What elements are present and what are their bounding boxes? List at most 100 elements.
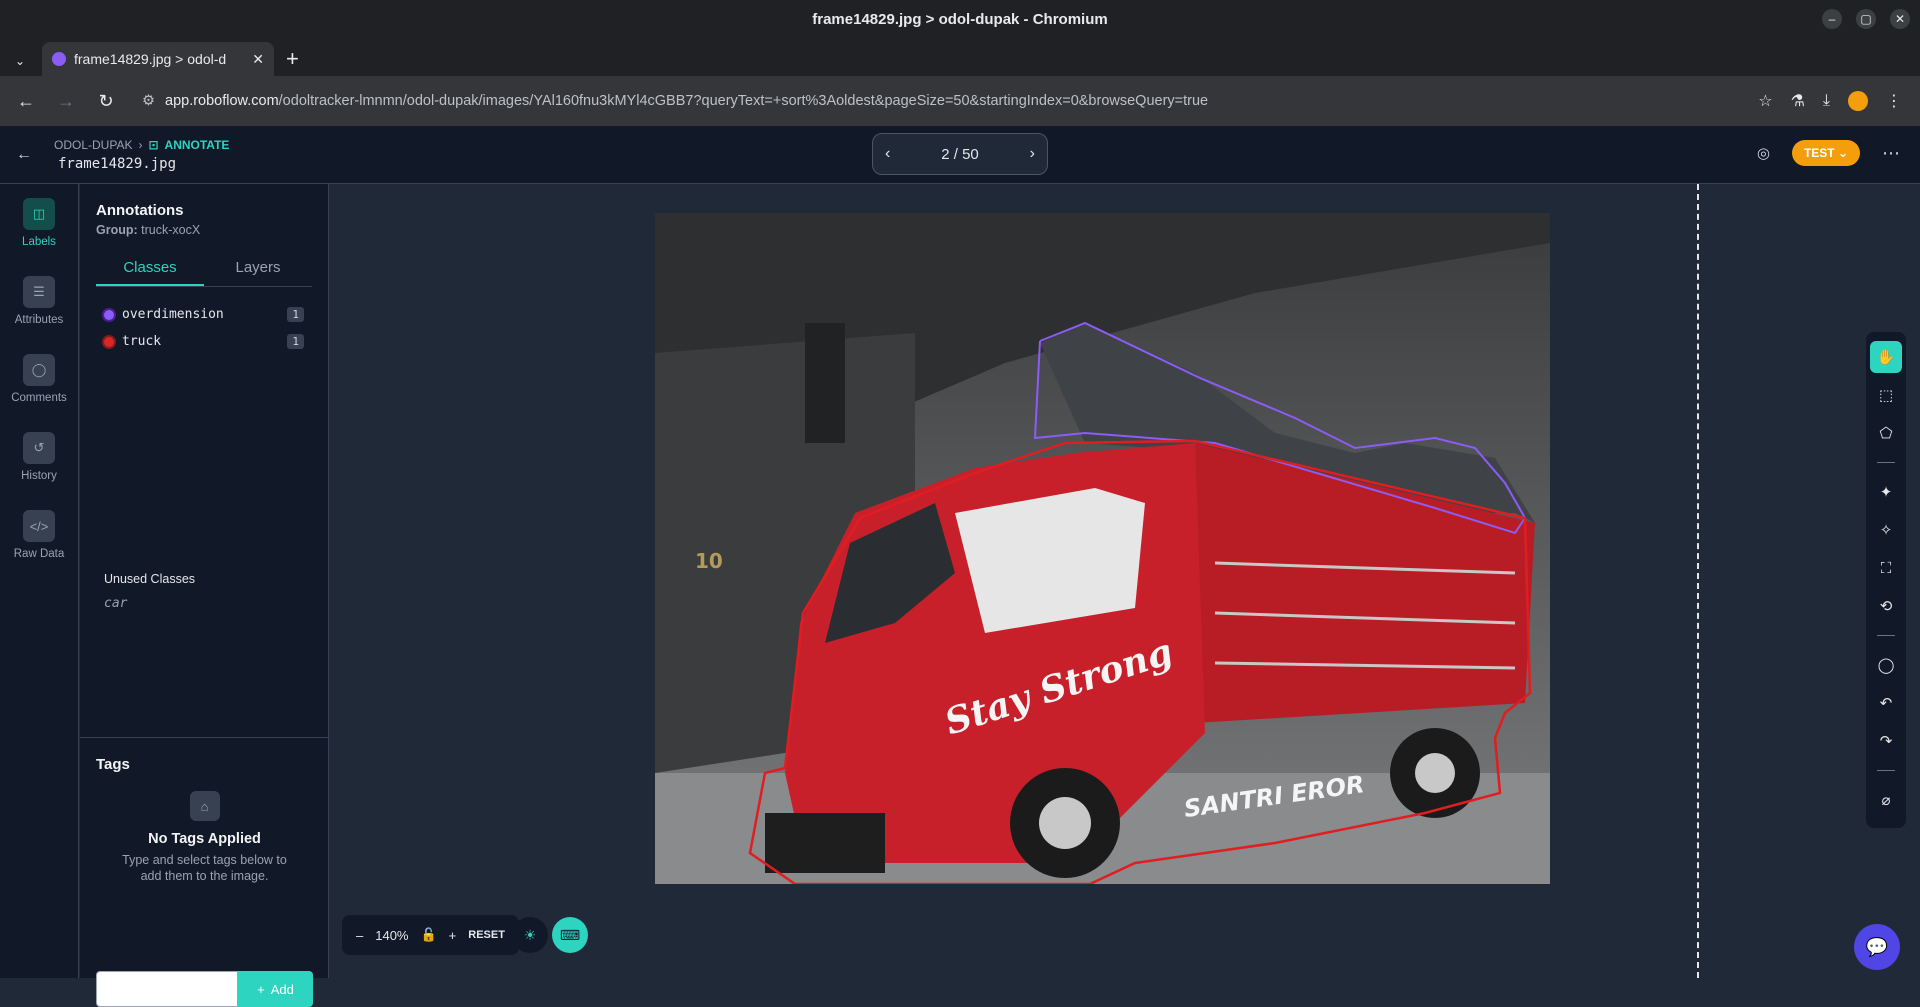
image-pager: ‹ 2 / 50 › xyxy=(872,133,1048,175)
annotated-image[interactable]: 10 Stay Strong SANTRI EROR xyxy=(655,213,1550,884)
more-options-icon[interactable]: ⋯ xyxy=(1882,143,1900,164)
keypoint-icon[interactable]: ⛶ xyxy=(1870,552,1902,584)
class-count: 1 xyxy=(287,334,304,349)
bookmark-star-icon[interactable]: ☆ xyxy=(1758,91,1772,111)
address-bar: ← → ↻ ⚙ app.roboflow.com/odoltracker-lmn… xyxy=(0,76,1920,126)
app-back-icon[interactable]: ← xyxy=(4,146,44,164)
toolbar-divider xyxy=(1877,770,1895,771)
window-controls: – ▢ ✕ xyxy=(1822,9,1910,29)
split-test-button[interactable]: TEST ⌄ xyxy=(1791,140,1860,166)
zoom-reset-button[interactable]: RESET xyxy=(468,929,505,941)
zoom-out-icon[interactable]: – xyxy=(356,928,363,943)
browser-actions: ☆ ⚗ ⤓ ⋮ xyxy=(1758,91,1910,111)
annotate-icon: ⊡ xyxy=(148,137,159,152)
unused-class-car[interactable]: car xyxy=(104,596,328,611)
next-image-icon[interactable]: › xyxy=(1030,145,1035,163)
tab-strip: ⌄ frame14829.jpg > odol-d ✕ + xyxy=(0,38,1920,76)
tab-classes[interactable]: Classes xyxy=(96,251,204,286)
url-field[interactable]: ⚙ app.roboflow.com/odoltracker-lmnmn/odo… xyxy=(130,83,1751,119)
pan-hand-icon[interactable]: ✋ xyxy=(1870,341,1902,373)
back-icon[interactable]: ← xyxy=(10,85,42,117)
tag-empty-icon: ⌂ xyxy=(189,791,220,821)
close-window-icon[interactable]: ✕ xyxy=(1890,9,1910,29)
new-tab-icon[interactable]: + xyxy=(286,46,299,72)
class-item-truck[interactable]: truck 1 xyxy=(104,334,304,349)
tag-icon: ◫ xyxy=(23,198,55,230)
class-item-overdimension[interactable]: overdimension 1 xyxy=(104,307,304,322)
code-icon: </> xyxy=(23,510,55,542)
roboflow-favicon-icon xyxy=(52,52,66,66)
forward-icon[interactable]: → xyxy=(50,85,82,117)
smart-polygon-icon[interactable]: ✦ xyxy=(1870,476,1902,508)
zoom-controls: – 140% 🔓 + RESET xyxy=(342,915,519,955)
tab-title: frame14829.jpg > odol-d xyxy=(74,51,227,67)
rail-item-raw-data[interactable]: </> Raw Data xyxy=(0,496,78,574)
plus-icon: + xyxy=(257,981,265,997)
hide-annotations-icon[interactable]: ◎ xyxy=(1757,144,1770,162)
annotation-tabs: Classes Layers xyxy=(96,251,312,287)
class-count: 1 xyxy=(287,307,304,322)
breadcrumb-section[interactable]: ANNOTATE xyxy=(165,138,230,152)
keyboard-shortcuts-icon[interactable]: ⌨ xyxy=(552,917,588,953)
maximize-icon[interactable]: ▢ xyxy=(1856,9,1876,29)
annotations-title: Annotations xyxy=(96,202,184,219)
annotation-toolbar: ✋ ⬚ ⬠ ✦ ✧ ⛶ ⟲ ◯ ↶ ↷ ⌀ xyxy=(1866,332,1906,828)
class-color-dot xyxy=(104,309,114,320)
tab-search-icon[interactable]: ⌄ xyxy=(8,46,32,76)
brightness-icon[interactable]: ☀ xyxy=(512,917,548,953)
repeat-annotation-icon[interactable]: ⟲ xyxy=(1870,590,1902,622)
profile-avatar[interactable] xyxy=(1848,91,1868,111)
truck-photo-illustration: 10 Stay Strong SANTRI EROR xyxy=(655,213,1550,884)
prev-image-icon[interactable]: ‹ xyxy=(885,145,890,163)
tags-section: Tags ⌂ No Tags Applied Type and select t… xyxy=(80,737,329,1007)
rail-item-labels[interactable]: ◫ Labels xyxy=(0,184,78,262)
zoom-level: 140% xyxy=(375,927,409,943)
annotations-panel: Annotations Group: truck-xocX Classes La… xyxy=(80,184,329,1007)
breadcrumb: ODOL-DUPAK › ⊡ ANNOTATE frame14829.jpg xyxy=(54,138,229,172)
annotation-canvas[interactable]: 10 Stay Strong SANTRI EROR ✋ ⬚ ⬠ ✦ ✧ ⛶ ⟲… xyxy=(330,184,1920,978)
magic-wand-icon[interactable]: ✧ xyxy=(1870,514,1902,546)
null-image-icon[interactable]: ⌀ xyxy=(1870,784,1902,816)
rail-item-attributes[interactable]: ☰ Attributes xyxy=(0,262,78,340)
pager-count: 2 / 50 xyxy=(941,145,979,163)
browser-menu-icon[interactable]: ⋮ xyxy=(1886,91,1902,111)
tags-title: Tags xyxy=(96,756,130,773)
image-filename: frame14829.jpg xyxy=(58,155,177,172)
window-title: frame14829.jpg > odol-dupak - Chromium xyxy=(812,10,1108,28)
no-tags-subtitle: Type and select tags below to add them t… xyxy=(122,853,287,883)
comment-icon: ◯ xyxy=(23,354,55,386)
labs-flask-icon[interactable]: ⚗ xyxy=(1791,91,1805,111)
comment-tool-icon[interactable]: ◯ xyxy=(1870,649,1902,681)
support-chat-icon[interactable]: 💬 xyxy=(1854,924,1900,970)
history-icon: ↺ xyxy=(23,432,55,464)
annotate-app: ← ODOL-DUPAK › ⊡ ANNOTATE frame14829.jpg… xyxy=(0,126,1920,1007)
add-tag-button[interactable]: + Add xyxy=(238,971,313,1007)
left-rail: ◫ Labels ☰ Attributes ◯ Comments ↺ Histo… xyxy=(0,184,79,978)
undo-icon[interactable]: ↶ xyxy=(1870,687,1902,719)
tag-input[interactable] xyxy=(96,971,238,1007)
chevron-right-icon: › xyxy=(138,137,143,152)
url-host: app.roboflow.com xyxy=(165,93,279,109)
close-tab-icon[interactable]: ✕ xyxy=(252,51,264,68)
tab-layers[interactable]: Layers xyxy=(204,251,312,286)
class-color-dot xyxy=(104,336,114,347)
url-path: /odoltracker-lmnmn/odol-dupak/images/YAl… xyxy=(278,93,1209,109)
download-icon[interactable]: ⤓ xyxy=(1823,92,1830,110)
zoom-lock-icon[interactable]: 🔓 xyxy=(420,927,436,943)
bounding-box-icon[interactable]: ⬚ xyxy=(1870,379,1902,411)
browser-tab[interactable]: frame14829.jpg > odol-d ✕ xyxy=(42,42,274,76)
zoom-in-icon[interactable]: + xyxy=(449,928,457,943)
rail-item-comments[interactable]: ◯ Comments xyxy=(0,340,78,418)
polygon-tool-icon[interactable]: ⬠ xyxy=(1870,417,1902,449)
site-info-icon[interactable]: ⚙ xyxy=(142,93,155,109)
toolbar-divider xyxy=(1877,462,1895,463)
no-tags-title: No Tags Applied xyxy=(148,831,261,847)
breadcrumb-project[interactable]: ODOL-DUPAK xyxy=(54,138,132,152)
unused-classes-title: Unused Classes xyxy=(104,572,196,586)
bay-number: 10 xyxy=(695,549,723,573)
reload-icon[interactable]: ↻ xyxy=(90,85,122,117)
rail-item-history[interactable]: ↺ History xyxy=(0,418,78,496)
group-label: Group: truck-xocX xyxy=(96,223,201,237)
redo-icon[interactable]: ↷ xyxy=(1870,725,1902,757)
minimize-icon[interactable]: – xyxy=(1822,9,1842,29)
